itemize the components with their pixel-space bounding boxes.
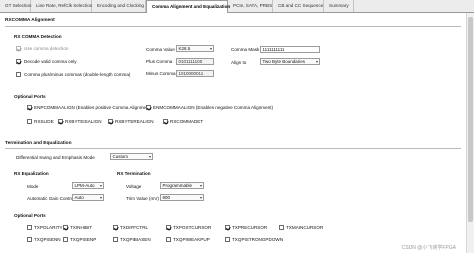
termination-equalization-title: Termination and Equalization <box>5 141 72 146</box>
comma-plus-minus-label: Comma plus/minus commas (double-length c… <box>24 72 131 77</box>
rxslide-label: RXSLIDE <box>34 119 54 124</box>
comma-value-text: K28.5 <box>178 46 191 51</box>
voltage-label: Voltage <box>126 184 142 189</box>
rx-comma-detection-title: RX COMMA Detection <box>14 34 62 39</box>
optional-ports-title-2: Optional Ports <box>14 213 46 218</box>
tab-pcie-sata-prbs[interactable]: PCIe, SATA, PRBS <box>228 0 273 12</box>
tab-cb-cc-sequence[interactable]: CB and CC Sequence <box>273 0 324 12</box>
chevron-down-icon: ▾ <box>148 154 151 159</box>
txdiffctrl-checkbox[interactable] <box>113 225 118 230</box>
scrollbar-thumb[interactable] <box>468 17 473 222</box>
rxcomma-alignment-title: RXCOMMA Alignment <box>5 18 55 23</box>
txinhibit-checkbox[interactable] <box>63 225 68 230</box>
divider <box>5 148 461 149</box>
rx-equalization-title: RX Equalization <box>14 171 49 176</box>
rxbyterealign-checkbox[interactable] <box>108 119 113 124</box>
rxcommadet-checkbox[interactable] <box>163 119 168 124</box>
mode-text: LPM-Auto <box>74 183 95 188</box>
enmcommaalign-label: ENMCOMMAALIGN (Enables negative Comma Al… <box>153 105 273 110</box>
plus-comma-field[interactable]: 0101111100 <box>176 58 214 65</box>
txmaincursor-label: TXMAINCURSOR <box>286 225 324 230</box>
rxbyterealign-label: RXBYTEREALIGN <box>115 119 154 124</box>
rxslide-checkbox[interactable] <box>27 119 32 124</box>
tab-gt-selection[interactable]: GT Selection <box>0 0 31 12</box>
rxbyteisalign-checkbox[interactable] <box>58 119 63 124</box>
chevron-down-icon: ▾ <box>209 46 212 51</box>
voltage-text: Programmable <box>162 183 193 188</box>
txqpibiasen-label: TXQPIBIASEN <box>120 237 151 242</box>
txprecursor-checkbox[interactable] <box>225 225 230 230</box>
txqpiweakpup-label: TXQPIWEAKPUP <box>173 237 210 242</box>
diff-swing-label: Differential Swing and Emphasis Mode <box>16 155 95 160</box>
txpolarity-checkbox[interactable] <box>27 225 32 230</box>
chevron-down-icon: ▾ <box>99 183 102 188</box>
divider <box>5 26 461 27</box>
trim-value-text: 800 <box>162 195 171 200</box>
chevron-down-icon: ▾ <box>99 195 102 200</box>
tab-comma-alignment[interactable]: Comma Alignment and Equalization <box>146 0 230 13</box>
diff-swing-select[interactable]: Custom ▾ <box>110 153 153 160</box>
txqpistrongpdown-label: TXQPISTRONGPDOWN <box>232 237 284 242</box>
agc-label: Automatic Gain Control <box>27 196 75 201</box>
txqpisenn-label: TXQPISENN <box>34 237 61 242</box>
txqpisenn-checkbox[interactable] <box>27 237 32 242</box>
txpolarity-label: TXPOLARITY <box>34 225 63 230</box>
tab-encoding-clocking[interactable]: Encoding and Clocking <box>92 0 146 12</box>
rxcommadet-label: RXCOMMADET <box>170 119 204 124</box>
watermark: CSDN @小飞侠学FPGA <box>401 245 456 251</box>
trim-value-select[interactable]: 800 ▾ <box>160 194 204 201</box>
decode-valid-comma-checkbox[interactable] <box>16 59 21 64</box>
trim-value-label: Trim Value (mV) <box>126 196 159 201</box>
chevron-down-icon: ▾ <box>199 183 202 188</box>
txmaincursor-checkbox[interactable] <box>279 225 284 230</box>
agc-text: Auto <box>74 195 84 200</box>
decode-valid-comma-label: Decode valid comma only <box>24 59 77 64</box>
enpcommaalign-checkbox[interactable] <box>27 105 32 110</box>
enmcommaalign-checkbox[interactable] <box>146 105 151 110</box>
txqpiweakpup-checkbox[interactable] <box>166 237 171 242</box>
comma-mask-label: Comma Mask <box>231 47 260 52</box>
txdiffctrl-label: TXDIFFCTRL <box>120 225 149 230</box>
tab-line-rate[interactable]: Line Rate, RefClk Selection <box>31 0 92 12</box>
voltage-select[interactable]: Programmable ▾ <box>160 182 204 189</box>
comma-mask-field[interactable]: 1111111111 <box>260 46 320 53</box>
minus-comma-label: Minus Comma <box>146 71 176 76</box>
tab-summary[interactable]: Summary <box>324 0 354 12</box>
align-to-label: Align to <box>231 60 247 65</box>
diff-swing-text: Custom <box>112 154 129 159</box>
plus-comma-label: Plus Comma <box>146 59 173 64</box>
agc-select[interactable]: Auto ▾ <box>72 194 104 201</box>
txqpisenp-label: TXQPISENP <box>70 237 97 242</box>
use-comma-detection-checkbox[interactable] <box>16 46 21 51</box>
txqpisenp-checkbox[interactable] <box>63 237 68 242</box>
comma-value-select[interactable]: K28.5 ▾ <box>176 45 214 52</box>
chevron-down-icon: ▾ <box>315 59 318 64</box>
comma-plus-minus-checkbox[interactable] <box>16 72 21 77</box>
comma-alignment-panel: RXCOMMA Alignment RX COMMA Detection Use… <box>0 13 466 253</box>
rx-termination-title: RX Termination <box>117 171 151 176</box>
minus-comma-field[interactable]: 1010000011 <box>176 70 214 77</box>
txprecursor-label: TXPRECURSOR <box>232 225 268 230</box>
optional-ports-title: Optional Ports <box>14 94 46 99</box>
txqpistrongpdown-checkbox[interactable] <box>225 237 230 242</box>
align-to-select[interactable]: Two Byte Boundaries ▾ <box>260 58 320 65</box>
rxbyteisalign-label: RXBYTEISALIGN <box>65 119 102 124</box>
use-comma-detection-label: Use comma detection <box>24 46 69 51</box>
txqpibiasen-checkbox[interactable] <box>113 237 118 242</box>
chevron-down-icon: ▾ <box>199 195 202 200</box>
txpostcursor-label: TXPOSTCURSOR <box>173 225 212 230</box>
txpostcursor-checkbox[interactable] <box>166 225 171 230</box>
vertical-scrollbar[interactable] <box>466 13 474 253</box>
comma-value-label: Comma Value <box>146 47 175 52</box>
align-to-text: Two Byte Boundaries <box>262 59 306 64</box>
tab-bar: GT Selection Line Rate, RefClk Selection… <box>0 0 474 13</box>
mode-label: Mode <box>27 184 39 189</box>
enpcommaalign-label: ENPCOMMAALIGN (Enables positive Comma Al… <box>34 105 152 110</box>
txinhibit-label: TXINHIBIT <box>70 225 93 230</box>
mode-select[interactable]: LPM-Auto ▾ <box>72 182 104 189</box>
